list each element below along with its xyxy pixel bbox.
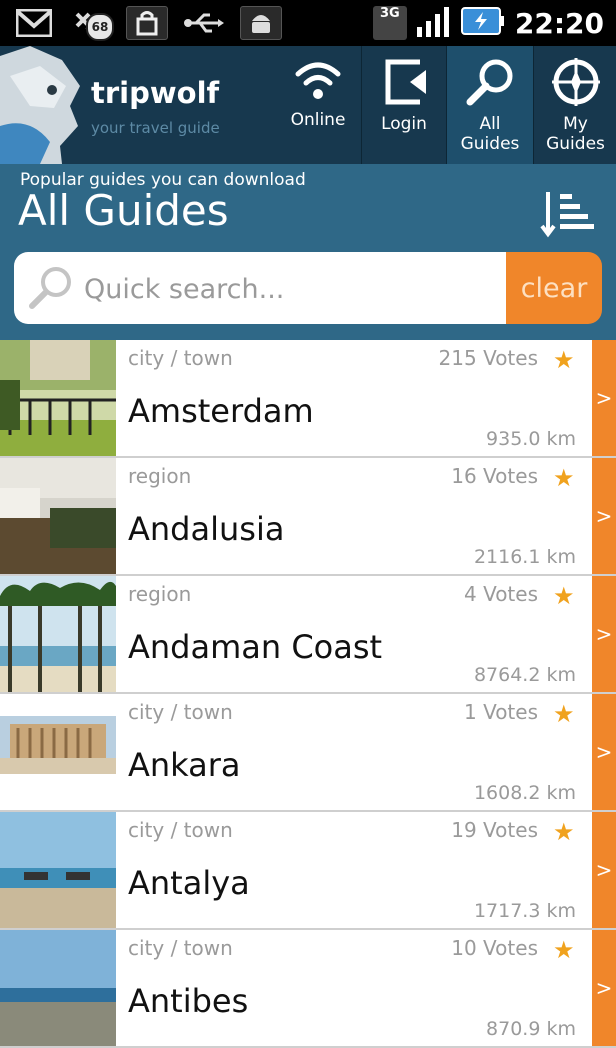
app-tagline: your travel guide	[91, 119, 220, 137]
wolf-logo	[0, 46, 84, 164]
guide-type: city / town	[128, 346, 233, 370]
guide-name: Antibes	[128, 982, 249, 1020]
guide-thumbnail	[0, 694, 116, 810]
app-header: tripwolf your travel guide Online Login …	[0, 46, 616, 164]
guide-votes: 1 Votes	[463, 700, 538, 724]
star-icon: ★	[553, 464, 575, 492]
row-arrow-icon[interactable]: >	[592, 340, 616, 456]
sort-icon[interactable]	[540, 190, 596, 242]
guide-name: Andalusia	[128, 510, 285, 548]
row-arrow-icon[interactable]: >	[592, 694, 616, 810]
app-name: tripwolf	[91, 76, 220, 110]
guide-type: city / town	[128, 700, 233, 724]
login-icon	[385, 59, 426, 105]
missed-call-icon: 68	[70, 7, 114, 41]
search-icon	[466, 59, 513, 106]
wifi-icon	[295, 62, 341, 99]
row-arrow-icon[interactable]: >	[592, 576, 616, 692]
quick-search-input[interactable]	[82, 266, 486, 312]
guide-thumbnail	[0, 576, 116, 692]
star-icon: ★	[553, 936, 575, 964]
guide-thumbnail	[0, 458, 116, 574]
notification-count: 68	[86, 13, 114, 41]
guide-distance: 870.9 km	[486, 1018, 576, 1040]
signal-icon	[416, 5, 451, 41]
shopping-bag-icon	[126, 6, 168, 40]
guide-row-andalusia[interactable]: region 16 Votes ★ Andalusia 2116.1 km >	[0, 458, 616, 576]
guide-name: Ankara	[128, 746, 241, 784]
guide-row-andaman-coast[interactable]: region 4 Votes ★ Andaman Coast 8764.2 km…	[0, 576, 616, 694]
guide-row-antalya[interactable]: city / town 19 Votes ★ Antalya 1717.3 km…	[0, 812, 616, 930]
battery-icon	[460, 6, 505, 40]
android-icon	[240, 6, 282, 40]
guide-row-ankara[interactable]: city / town 1 Votes ★ Ankara 1608.2 km >	[0, 694, 616, 812]
guide-distance: 935.0 km	[486, 428, 576, 450]
magnifier-icon	[29, 267, 71, 309]
guide-votes: 19 Votes	[451, 818, 538, 842]
row-arrow-icon[interactable]: >	[592, 930, 616, 1046]
search-box	[14, 252, 506, 324]
star-icon: ★	[553, 582, 575, 610]
gmail-icon	[14, 7, 54, 39]
row-arrow-icon[interactable]: >	[592, 812, 616, 928]
compass-icon	[551, 58, 600, 106]
guide-distance: 1717.3 km	[473, 900, 576, 922]
guide-votes: 16 Votes	[451, 464, 538, 488]
guide-votes: 215 Votes	[438, 346, 538, 370]
3g-icon: 3G	[372, 6, 407, 40]
guide-type: region	[128, 582, 192, 606]
nav-online-button[interactable]: Online	[276, 46, 360, 164]
nav-login-label: Login	[381, 114, 427, 134]
nav-online-label: Online	[290, 110, 346, 130]
guide-name: Amsterdam	[128, 392, 314, 430]
guide-row-antibes[interactable]: city / town 10 Votes ★ Antibes 870.9 km …	[0, 930, 616, 1048]
guide-thumbnail	[0, 812, 116, 928]
nav-all-guides-label: All Guides	[460, 114, 520, 154]
guide-type: city / town	[128, 818, 233, 842]
guide-distance: 8764.2 km	[473, 664, 576, 686]
page-title: All Guides	[18, 186, 229, 235]
guide-thumbnail	[0, 340, 116, 456]
row-arrow-icon[interactable]: >	[592, 458, 616, 574]
nav-all-guides-button[interactable]: All Guides	[446, 46, 533, 164]
guide-distance: 1608.2 km	[473, 782, 576, 804]
star-icon: ★	[553, 346, 575, 374]
guide-type: city / town	[128, 936, 233, 960]
nav-login-button[interactable]: Login	[361, 46, 446, 164]
guide-votes: 4 Votes	[463, 582, 538, 606]
star-icon: ★	[553, 818, 575, 846]
guide-name: Antalya	[128, 864, 250, 902]
guide-row-amsterdam[interactable]: city / town 215 Votes ★ Amsterdam 935.0 …	[0, 340, 616, 458]
guide-type: region	[128, 464, 192, 488]
network-type: 3G	[380, 6, 400, 21]
guide-votes: 10 Votes	[451, 936, 538, 960]
guide-distance: 2116.1 km	[473, 546, 576, 568]
clear-button[interactable]: clear	[506, 252, 602, 324]
guide-name: Andaman Coast	[128, 628, 383, 666]
star-icon: ★	[553, 700, 575, 728]
status-bar: 68 3G 22:20	[0, 0, 616, 46]
usb-icon	[184, 7, 224, 39]
guide-thumbnail	[0, 930, 116, 1046]
nav-my-guides-button[interactable]: My Guides	[533, 46, 616, 164]
clock: 22:20	[514, 6, 604, 40]
nav-my-guides-label: My Guides	[546, 114, 605, 154]
title-band: Popular guides you can download All Guid…	[0, 164, 616, 340]
